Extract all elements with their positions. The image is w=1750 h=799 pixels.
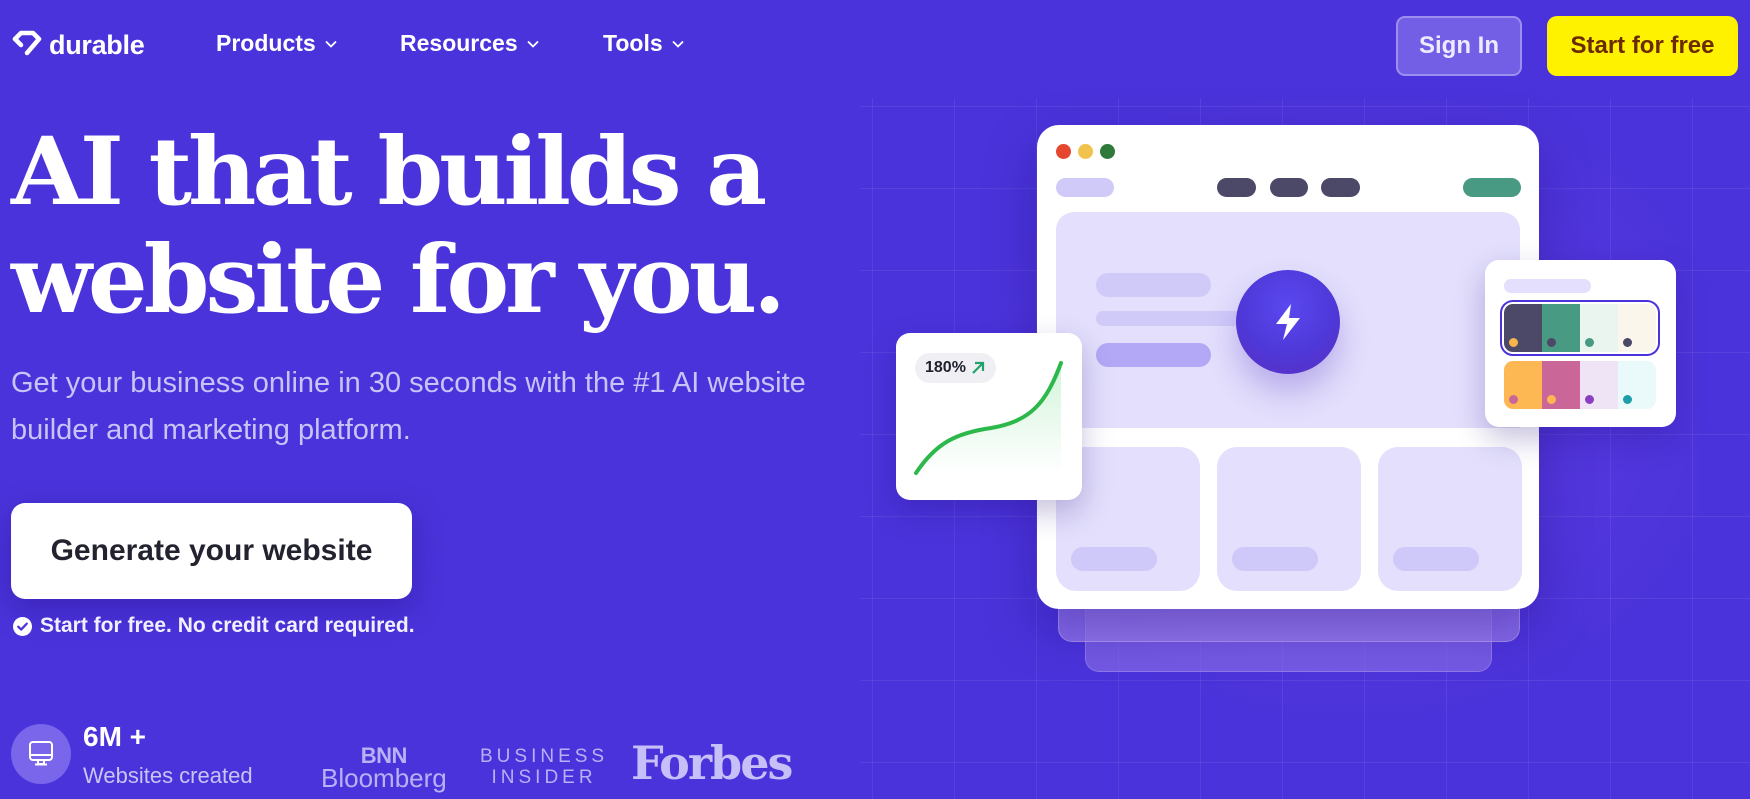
nav-products[interactable]: Products	[216, 30, 338, 57]
mock-logo-pill	[1056, 178, 1114, 197]
free-note: Start for free. No credit card required.	[13, 614, 415, 638]
generate-website-button[interactable]: Generate your website	[11, 503, 412, 599]
palette-swatch	[1580, 304, 1618, 352]
palette-swatch	[1504, 361, 1542, 409]
stat-icon-badge	[11, 724, 71, 784]
palette-swatch	[1618, 304, 1656, 352]
monitor-icon	[29, 741, 53, 766]
chevron-down-icon	[325, 40, 337, 48]
bnn-line-2: Bloomberg	[321, 763, 447, 793]
nav-products-label: Products	[216, 30, 316, 56]
mock-nav-pill	[1321, 178, 1360, 197]
mock-nav-pill	[1270, 178, 1308, 197]
palette-swatch	[1580, 361, 1618, 409]
swatch-dot	[1547, 338, 1556, 347]
press-logo-bnn-bloomberg: BNN Bloomberg	[321, 744, 447, 793]
sign-in-button[interactable]: Sign In	[1396, 16, 1522, 76]
swatch-dot	[1509, 338, 1518, 347]
palette-title-bar	[1504, 279, 1591, 293]
nav-tools-label: Tools	[603, 30, 663, 56]
nav-tools[interactable]: Tools	[603, 30, 685, 57]
start-for-free-button[interactable]: Start for free	[1547, 16, 1738, 76]
swatch-dot	[1547, 395, 1556, 404]
swatch-dot	[1509, 395, 1518, 404]
swatch-dot	[1585, 395, 1594, 404]
palette-row[interactable]	[1504, 361, 1656, 409]
window-dot-yellow	[1078, 144, 1093, 159]
growth-curve	[914, 361, 1063, 475]
swatch-dot	[1585, 338, 1594, 347]
growth-chart-card: 180%	[896, 333, 1082, 500]
mock-card	[1378, 447, 1522, 591]
mock-text-bar	[1096, 311, 1256, 326]
press-logo-forbes: Forbes	[631, 736, 793, 790]
stat-value: 6M +	[83, 721, 147, 752]
brand-logo[interactable]: durable	[11, 30, 145, 61]
headline-line-1: AI that builds a	[11, 117, 767, 227]
mock-cta-pill	[1463, 178, 1521, 197]
palette-row-selected[interactable]	[1500, 300, 1660, 356]
palette-swatch	[1618, 361, 1656, 409]
press-logo-business-insider: BUSINESS INSIDER	[480, 746, 608, 788]
swatch-dot	[1623, 395, 1632, 404]
mock-nav-pill	[1217, 178, 1256, 197]
free-note-text: Start for free. No credit card required.	[40, 614, 415, 637]
mock-card-pill	[1232, 547, 1318, 571]
headline-line-2: website for you.	[11, 225, 786, 335]
check-circle-icon	[13, 616, 32, 636]
stat-label: Websites created	[83, 763, 253, 788]
hero-headline: AI that builds a website for you.	[11, 118, 811, 334]
chevron-down-icon	[526, 40, 539, 48]
swatch-dot	[1623, 338, 1632, 347]
mock-text-bar	[1096, 273, 1211, 297]
mock-card	[1217, 447, 1361, 591]
mock-button-bar	[1096, 343, 1211, 367]
mock-card-pill	[1071, 547, 1157, 571]
palette-swatch	[1504, 304, 1542, 352]
window-dot-red	[1056, 144, 1071, 159]
window-dot-green	[1100, 144, 1115, 159]
color-palette-card	[1485, 260, 1676, 427]
bi-line-2: INSIDER	[491, 767, 597, 788]
lightning-badge	[1236, 270, 1340, 374]
diamond-logo-icon	[11, 30, 43, 61]
palette-swatch	[1542, 361, 1580, 409]
bi-line-1: BUSINESS	[480, 746, 609, 767]
lightning-bolt-icon	[1276, 304, 1300, 340]
palette-swatch	[1542, 304, 1580, 352]
brand-name: durable	[49, 30, 145, 60]
hero-subtitle: Get your business online in 30 seconds w…	[11, 367, 806, 446]
mock-card-pill	[1393, 547, 1479, 571]
nav-resources[interactable]: Resources	[400, 30, 540, 57]
nav-resources-label: Resources	[400, 30, 518, 56]
chevron-down-icon	[671, 40, 684, 48]
